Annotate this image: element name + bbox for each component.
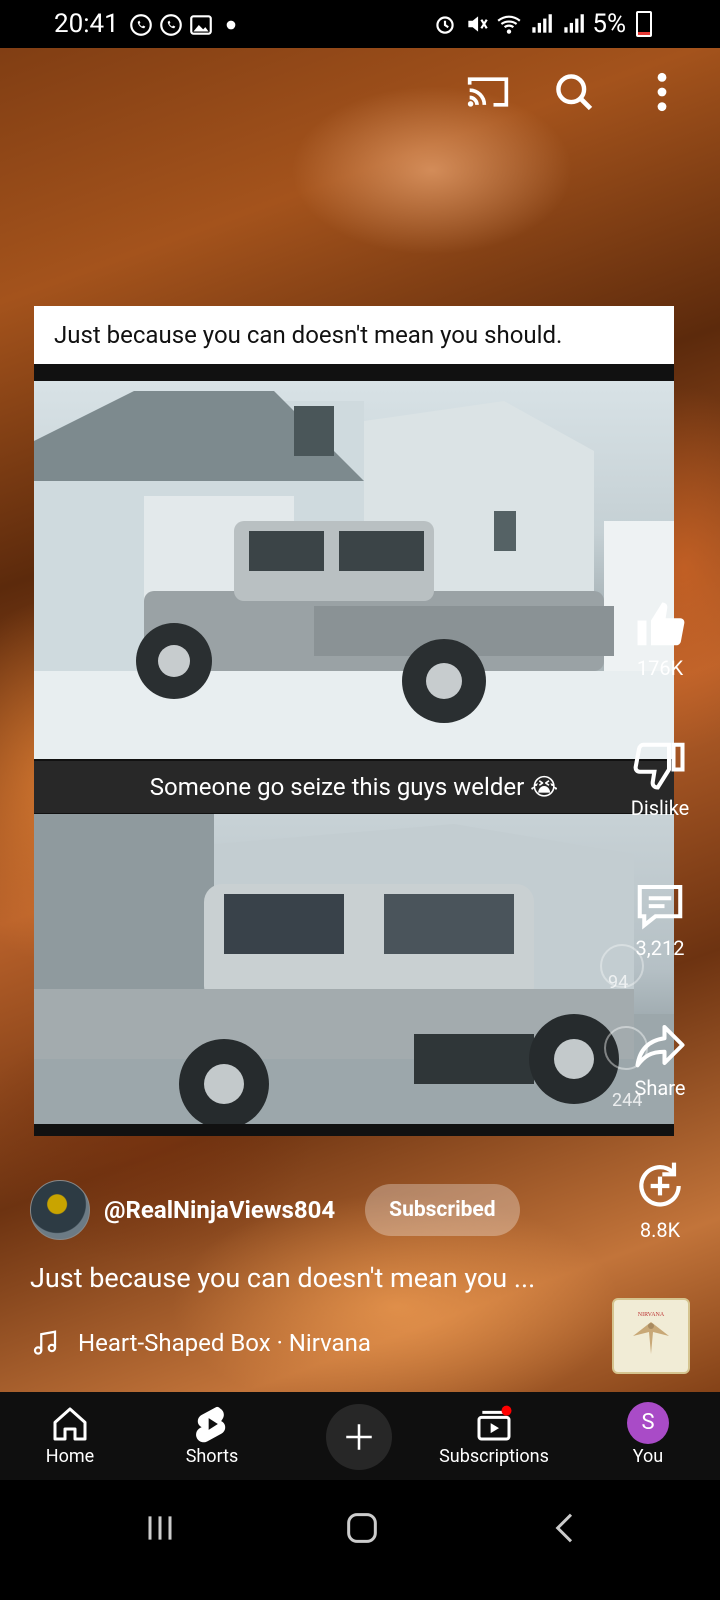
remix-count: 8.8K	[639, 1218, 681, 1242]
nav-subscriptions[interactable]: Subscriptions	[434, 1392, 554, 1467]
music-row[interactable]: Heart-Shaped Box · Nirvana	[30, 1328, 371, 1358]
overlay-like-count: 94	[608, 972, 629, 993]
cast-icon[interactable]	[466, 70, 510, 114]
more-options-icon[interactable]	[640, 70, 684, 114]
thumbs-down-icon	[633, 742, 685, 790]
overlay-share-count: 244	[612, 1090, 643, 1111]
nav-home-label: Home	[45, 1446, 95, 1467]
nav-you[interactable]: S You	[588, 1392, 708, 1467]
remix-icon	[639, 1162, 681, 1207]
channel-handle[interactable]: @RealNinjaViews804	[104, 1196, 335, 1224]
shorts-icon	[196, 1406, 226, 1443]
subscriptions-icon	[477, 1405, 512, 1441]
plus-icon	[346, 1424, 372, 1450]
channel-avatar[interactable]	[30, 1180, 90, 1240]
comment-count: 3,212	[635, 936, 685, 960]
album-cover-image: NIRVANA	[633, 1312, 669, 1354]
music-track: Heart-Shaped Box · Nirvana	[78, 1329, 371, 1357]
subscribed-button[interactable]: Subscribed	[365, 1184, 520, 1236]
alarm-icon	[436, 16, 455, 34]
mute-icon	[468, 16, 489, 32]
nav-subscriptions-label: Subscriptions	[439, 1446, 549, 1467]
like-count: 176K	[636, 656, 684, 680]
dislike-label: Dislike	[630, 796, 690, 820]
channel-row: @RealNinjaViews804 Subscribed	[30, 1180, 520, 1240]
nav-home[interactable]: Home	[10, 1392, 130, 1467]
battery-percent: 5%	[592, 9, 626, 39]
dislike-button[interactable]: Dislike	[608, 738, 712, 820]
album-art[interactable]: NIRVANA	[612, 1298, 690, 1374]
home-button-icon[interactable]	[342, 1508, 382, 1548]
like-button[interactable]: 176K	[608, 598, 712, 680]
user-avatar: S	[627, 1402, 669, 1444]
video-title[interactable]: Just because you can doesn't mean you ..…	[30, 1262, 535, 1294]
truck-photo-1	[34, 381, 674, 759]
remix-button[interactable]: 8.8K	[608, 1158, 712, 1242]
svg-text:NIRVANA: NIRVANA	[638, 1312, 665, 1318]
battery-icon	[636, 11, 652, 37]
nav-shorts[interactable]: Shorts	[152, 1392, 272, 1467]
recent-apps-icon[interactable]	[140, 1508, 180, 1548]
signal-icon	[564, 14, 585, 33]
video-frame[interactable]: Just because you can doesn't mean you sh…	[34, 306, 674, 1136]
comment-icon	[637, 884, 683, 930]
music-note-icon	[33, 1330, 57, 1355]
video-top-caption: Just because you can doesn't mean you sh…	[34, 306, 674, 364]
search-icon[interactable]	[552, 70, 596, 114]
status-time: 20:41	[54, 9, 119, 39]
video-mid-caption: Someone go seize this guys welder 😭	[34, 761, 674, 813]
truck-photo-2	[34, 814, 674, 1124]
create-button[interactable]	[326, 1404, 392, 1470]
whatsapp-icon	[160, 14, 182, 36]
nav-shorts-label: Shorts	[185, 1446, 239, 1467]
whatsapp-icon	[130, 14, 152, 36]
bottom-nav: Home Shorts Subscriptions S You	[0, 1392, 720, 1480]
overlay-share-icon	[604, 1026, 648, 1070]
thumbs-up-icon	[637, 602, 685, 646]
wifi-icon	[497, 15, 521, 34]
home-icon	[53, 1407, 87, 1441]
system-nav-bar	[0, 1480, 720, 1600]
signal-icon	[532, 14, 553, 33]
back-icon[interactable]	[546, 1508, 586, 1548]
status-bar: 20:41 5%	[0, 0, 720, 48]
dot-icon	[226, 20, 236, 30]
gallery-icon	[190, 15, 212, 35]
nav-you-label: You	[632, 1446, 664, 1467]
